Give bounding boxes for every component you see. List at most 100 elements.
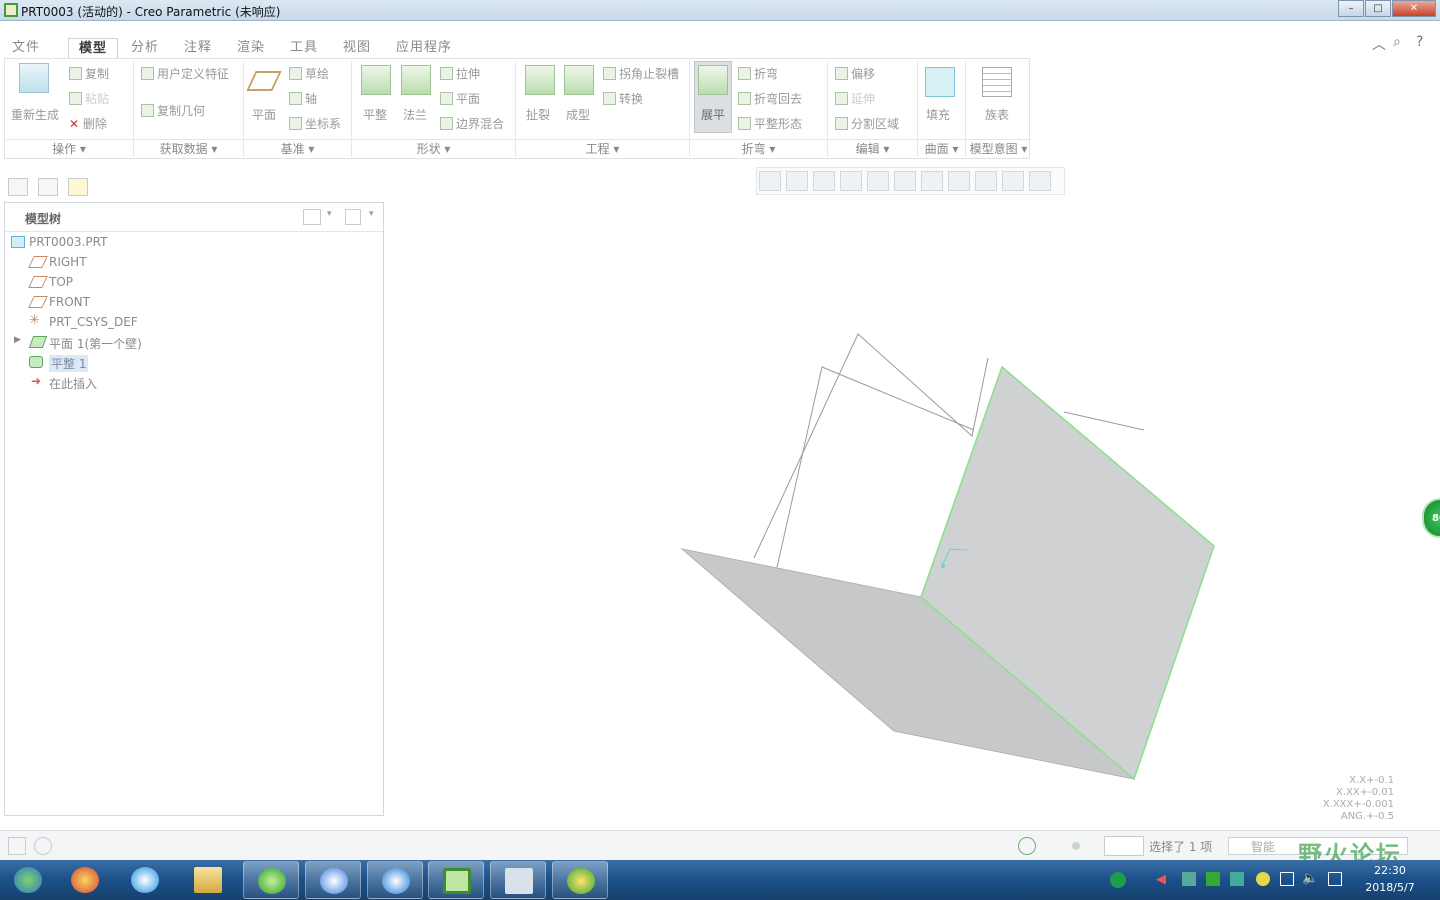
regen-status-icon[interactable]: [1018, 837, 1036, 855]
tab-render[interactable]: 渲染: [237, 38, 265, 59]
split-area-button[interactable]: 分割区域: [835, 115, 899, 132]
tray-network-icon[interactable]: [1182, 872, 1196, 886]
tolerance-readout: X.X+-0.1 X.XX+-0.01 X.XXX+-0.001 ANG.+-0…: [1322, 775, 1394, 822]
help-icon[interactable]: ?: [1416, 34, 1423, 50]
tray-update-icon[interactable]: [1256, 872, 1270, 886]
group-editing[interactable]: 编辑 ▾: [828, 139, 917, 157]
taskbar-app-green[interactable]: [243, 861, 299, 899]
fill-button[interactable]: 填充: [926, 106, 950, 123]
regenerate-button[interactable]: 重新生成: [11, 106, 59, 123]
group-get-data[interactable]: 获取数据 ▾: [134, 139, 243, 157]
group-datum[interactable]: 基准 ▾: [244, 139, 351, 157]
csys-button[interactable]: 坐标系: [289, 115, 341, 132]
tab-tools[interactable]: 工具: [290, 38, 318, 59]
tray-nvidia-icon[interactable]: [1206, 872, 1220, 886]
group-model-intent[interactable]: 模型意图 ▾: [966, 139, 1031, 157]
taskbar-app-blue[interactable]: [305, 861, 361, 899]
tray-shield-icon[interactable]: [1230, 872, 1244, 886]
taskbar-browser-1[interactable]: [117, 861, 173, 899]
tab-view[interactable]: 视图: [343, 38, 371, 59]
expand-arrow-icon[interactable]: ▶: [14, 335, 21, 345]
collapse-ribbon-icon[interactable]: ︿: [1372, 34, 1386, 54]
taskbar-app-plus[interactable]: [552, 861, 608, 899]
taskbar-ie[interactable]: [367, 861, 423, 899]
tray-display-icon[interactable]: [1280, 872, 1294, 886]
minimize-button[interactable]: –: [1338, 0, 1364, 17]
tree-item-right[interactable]: RIGHT: [5, 253, 375, 273]
tree-item-csys[interactable]: ✳ PRT_CSYS_DEF: [5, 313, 375, 333]
bend-button[interactable]: 折弯: [738, 65, 778, 82]
group-surfaces[interactable]: 曲面 ▾: [918, 139, 965, 157]
search-icon[interactable]: ⌕: [1393, 34, 1401, 50]
flange-button[interactable]: 法兰: [403, 106, 427, 123]
tree-settings-icon[interactable]: [303, 209, 321, 225]
unbend-button[interactable]: 展平: [701, 106, 725, 123]
group-engineering[interactable]: 工程 ▾: [516, 139, 689, 157]
tree-item-insert-here[interactable]: ➜ 在此插入: [5, 373, 375, 393]
bend-back-button[interactable]: 折弯回去: [738, 90, 802, 107]
group-shapes[interactable]: 形状 ▾: [352, 139, 515, 157]
tree-show-icon[interactable]: [345, 209, 361, 225]
tab-analysis[interactable]: 分析: [131, 38, 159, 59]
tree-settings-dropdown-icon[interactable]: ▾: [327, 209, 332, 219]
browser-toggle-icon[interactable]: [34, 837, 52, 855]
corner-relief-button[interactable]: 拐角止裂槽: [603, 65, 679, 82]
copy-geometry-button[interactable]: 复制几何: [141, 102, 205, 119]
tray-volume-icon[interactable]: 🔈: [1302, 871, 1318, 886]
offset-icon: [835, 67, 848, 80]
taskbar-explorer[interactable]: [180, 861, 236, 899]
planar-wall-button[interactable]: 平整: [363, 106, 387, 123]
copy-button[interactable]: 复制: [69, 65, 109, 82]
folder-browser-tab-icon[interactable]: [38, 178, 58, 196]
paste-button[interactable]: 粘贴: [69, 90, 109, 107]
taskbar-creo[interactable]: [428, 861, 484, 899]
tree-item-flat-state[interactable]: 平整 1: [5, 353, 375, 373]
taskbar-app-1[interactable]: [57, 861, 113, 899]
rip-button[interactable]: 扯裂: [526, 106, 550, 123]
taskbar-clock[interactable]: 22:30 2018/5/7: [1360, 862, 1420, 896]
group-operations[interactable]: 操作 ▾: [5, 139, 133, 157]
tree-item-top[interactable]: TOP: [5, 273, 375, 293]
tray-action-center-icon[interactable]: [1328, 872, 1342, 886]
family-table-button[interactable]: 族表: [985, 106, 1009, 123]
start-button[interactable]: [0, 861, 56, 899]
extend-button[interactable]: 延伸: [835, 90, 875, 107]
tray-flag-icon[interactable]: ◀: [1156, 872, 1166, 887]
close-button[interactable]: ✕: [1392, 0, 1436, 17]
tab-applications[interactable]: 应用程序: [396, 38, 452, 59]
split-area-icon: [835, 117, 848, 130]
filter-icon[interactable]: [1104, 836, 1144, 856]
delete-icon: ✕: [69, 117, 83, 131]
form-button[interactable]: 成型: [566, 106, 590, 123]
graphics-window[interactable]: [384, 160, 1440, 828]
offset-button[interactable]: 偏移: [835, 65, 875, 82]
boundary-blend-button[interactable]: 边界混合: [440, 115, 504, 132]
group-bends[interactable]: 折弯 ▾: [690, 139, 827, 157]
tab-file[interactable]: 文件: [12, 38, 40, 59]
maximize-button[interactable]: □: [1365, 0, 1391, 17]
extrude-button[interactable]: 拉伸: [440, 65, 480, 82]
tree-item-front[interactable]: FRONT: [5, 293, 375, 313]
flat-wall-button[interactable]: 平面: [440, 90, 480, 107]
user-defined-feature-button[interactable]: 用户定义特征: [141, 65, 229, 82]
tab-model[interactable]: 模型: [68, 38, 119, 59]
title-bar: PRT0003 (活动的) - Creo Parametric (未响应) – …: [0, 0, 1440, 21]
tree-item-part[interactable]: PRT0003.PRT: [5, 233, 375, 253]
tree-item-planar-wall[interactable]: ▶ 平面 1(第一个壁): [5, 333, 375, 353]
delete-button[interactable]: ✕ 删除: [69, 115, 107, 132]
flat-state-button[interactable]: 平整形态: [738, 115, 802, 132]
paste-icon: [69, 92, 82, 105]
favorites-tab-icon[interactable]: [68, 178, 88, 196]
axis-button[interactable]: 轴: [289, 90, 317, 107]
taskbar-calculator[interactable]: [490, 861, 546, 899]
sketch-button[interactable]: 草绘: [289, 65, 329, 82]
convert-button[interactable]: 转换: [603, 90, 643, 107]
model-tree-tab-icon[interactable]: [8, 178, 28, 196]
tree-show-dropdown-icon[interactable]: ▾: [369, 209, 374, 219]
flat-wall-icon: [440, 92, 453, 105]
navigator-toggle-icon[interactable]: [8, 837, 26, 855]
regenerate-icon: [19, 63, 49, 93]
tab-annotate[interactable]: 注释: [184, 38, 212, 59]
tray-app-icon[interactable]: [1110, 872, 1126, 888]
datum-plane-button[interactable]: 平面: [252, 106, 276, 123]
